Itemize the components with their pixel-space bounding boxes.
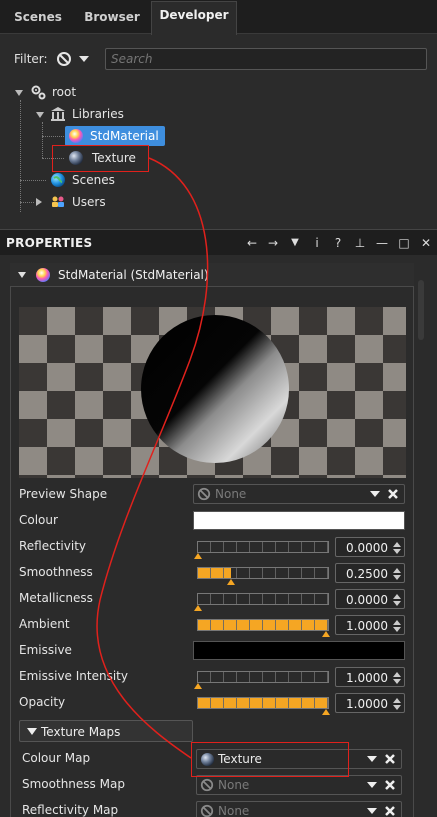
metallicness-spinbox[interactable]: 0.0000: [335, 589, 405, 609]
reflectivity-map-label: Reflectivity Map: [22, 803, 119, 817]
properties-title: PROPERTIES: [6, 236, 93, 250]
help-icon[interactable]: ?: [330, 234, 346, 252]
colour-map-label: Colour Map: [22, 751, 91, 765]
material-icon: [36, 268, 50, 282]
forward-arrow-icon[interactable]: →: [265, 234, 281, 252]
pin-icon[interactable]: ⊥: [352, 234, 368, 252]
reflectivity-map-combo[interactable]: None: [196, 801, 402, 817]
clear-icon[interactable]: [384, 753, 396, 765]
tree-guide: [20, 180, 46, 181]
tab-developer[interactable]: Developer: [151, 1, 237, 35]
opacity-spinbox[interactable]: 1.0000: [335, 693, 405, 713]
tree-item-users[interactable]: Users: [72, 192, 106, 212]
tab-bar: Scenes Browser Developer: [0, 0, 437, 35]
emissive-intensity-slider[interactable]: [194, 671, 329, 689]
none-icon: [197, 487, 211, 501]
no-filter-icon[interactable]: [56, 51, 72, 67]
annotation-box-colour-map: [191, 742, 349, 777]
properties-header: PROPERTIES ← → ▼ i ? ⊥ — □ ✕: [0, 229, 437, 255]
colour-swatch[interactable]: [193, 511, 405, 530]
preview-shape-value: None: [215, 487, 247, 501]
minimize-icon[interactable]: —: [374, 234, 390, 252]
reflectivity-slider[interactable]: [194, 541, 329, 559]
tree-item-root[interactable]: root: [52, 82, 76, 102]
ambient-spinbox[interactable]: 1.0000: [335, 615, 405, 635]
chevron-down-icon[interactable]: [370, 490, 380, 498]
material-preview: [19, 307, 406, 478]
library-icon: [51, 107, 65, 121]
metallicness-slider[interactable]: [194, 593, 329, 611]
reflectivity-spinbox[interactable]: 0.0000: [335, 537, 405, 557]
material-icon: [69, 129, 83, 143]
preview-shape-label: Preview Shape: [19, 487, 108, 501]
emissive-intensity-spinbox[interactable]: 1.0000: [335, 667, 405, 687]
smoothness-map-value: None: [218, 778, 250, 792]
smoothness-value: 0.2500: [346, 567, 388, 581]
globe-icon: [51, 173, 65, 187]
smoothness-map-label: Smoothness Map: [22, 777, 125, 791]
smoothness-spinbox[interactable]: 0.2500: [335, 563, 405, 583]
emissive-intensity-value: 1.0000: [346, 671, 388, 685]
emissive-swatch[interactable]: [193, 641, 405, 660]
reflectivity-value: 0.0000: [346, 541, 388, 555]
opacity-slider[interactable]: [197, 697, 330, 715]
tab-scenes[interactable]: Scenes: [4, 4, 72, 34]
smoothness-slider[interactable]: [197, 567, 329, 585]
annotation-box-texture: [52, 145, 149, 172]
maximize-icon[interactable]: □: [396, 234, 412, 252]
none-icon: [200, 778, 214, 792]
clear-icon[interactable]: [384, 805, 396, 817]
collapse-arrow-icon[interactable]: [27, 727, 37, 736]
opacity-value: 1.0000: [346, 697, 388, 711]
expand-arrow-icon[interactable]: [35, 110, 45, 120]
scrollbar[interactable]: [418, 280, 424, 340]
tree-item-label: StdMaterial: [90, 129, 159, 143]
clear-icon[interactable]: [387, 488, 399, 500]
tree-item-stdmaterial[interactable]: StdMaterial: [65, 126, 165, 146]
smoothness-label: Smoothness: [19, 565, 93, 579]
filter-label: Filter:: [14, 52, 48, 66]
ambient-value: 1.0000: [346, 619, 388, 633]
clear-icon[interactable]: [384, 779, 396, 791]
tree-guide: [42, 136, 64, 137]
metallicness-label: Metallicness: [19, 591, 93, 605]
tree-item-libraries[interactable]: Libraries: [72, 104, 124, 124]
ambient-slider[interactable]: [197, 619, 330, 637]
smoothness-map-combo[interactable]: None: [196, 775, 402, 795]
dropdown-icon[interactable]: ▼: [287, 234, 303, 252]
preview-shape-combo[interactable]: None: [193, 484, 405, 504]
info-icon[interactable]: i: [309, 234, 325, 252]
tree-item-scenes[interactable]: Scenes: [72, 170, 115, 190]
tree-guide: [42, 122, 43, 158]
tab-browser[interactable]: Browser: [76, 4, 148, 34]
chevron-down-icon[interactable]: [367, 781, 377, 789]
colour-label: Colour: [19, 513, 58, 527]
metallicness-value: 0.0000: [346, 593, 388, 607]
chevron-down-icon[interactable]: [367, 755, 377, 763]
users-icon: [52, 196, 64, 207]
tree-guide: [20, 202, 34, 203]
collapse-arrow-icon[interactable]: [17, 270, 27, 280]
chevron-right-icon[interactable]: [34, 197, 44, 207]
cogs-icon: [31, 85, 46, 100]
chevron-down-icon[interactable]: [367, 807, 377, 815]
emissive-label: Emissive: [19, 643, 72, 657]
emissive-intensity-label: Emissive Intensity: [19, 669, 128, 683]
close-icon[interactable]: ✕: [418, 234, 434, 252]
none-icon: [200, 804, 214, 817]
expand-arrow-icon[interactable]: [14, 88, 24, 98]
tree-guide: [20, 100, 21, 212]
back-arrow-icon[interactable]: ←: [244, 234, 260, 252]
search-input[interactable]: [105, 48, 427, 70]
texture-maps-label: Texture Maps: [41, 725, 121, 739]
ambient-label: Ambient: [19, 617, 70, 631]
chevron-down-icon[interactable]: [78, 54, 90, 64]
opacity-label: Opacity: [19, 695, 66, 709]
material-title: StdMaterial (StdMaterial): [58, 268, 209, 282]
reflectivity-label: Reflectivity: [19, 539, 87, 553]
reflectivity-map-value: None: [218, 804, 250, 817]
